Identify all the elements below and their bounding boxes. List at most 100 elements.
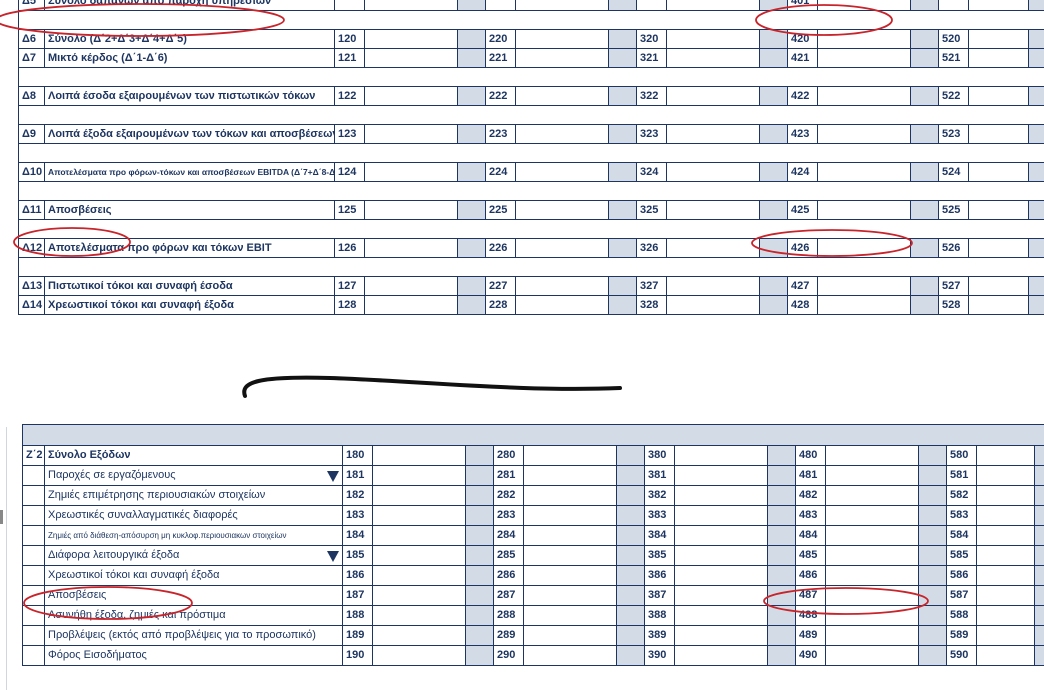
field-gray-box[interactable] bbox=[608, 238, 637, 258]
field-gray-box[interactable] bbox=[608, 276, 637, 296]
field-value-input[interactable] bbox=[364, 0, 458, 11]
field-value-input[interactable] bbox=[515, 162, 609, 182]
field-value-input[interactable] bbox=[968, 48, 1029, 68]
field-gray-box[interactable] bbox=[759, 124, 788, 144]
field-gray-box[interactable] bbox=[1033, 565, 1044, 586]
field-gray-box[interactable] bbox=[759, 29, 788, 49]
field-value-input[interactable] bbox=[364, 29, 458, 49]
field-value-input[interactable] bbox=[515, 86, 609, 106]
field-value-input[interactable] bbox=[976, 485, 1035, 506]
field-gray-box[interactable] bbox=[1033, 505, 1044, 526]
field-gray-box[interactable] bbox=[767, 645, 796, 666]
field-gray-box[interactable] bbox=[767, 625, 796, 646]
field-gray-box[interactable] bbox=[1033, 545, 1044, 566]
field-gray-box[interactable] bbox=[910, 29, 939, 49]
field-gray-box[interactable] bbox=[608, 124, 637, 144]
field-value-input[interactable] bbox=[825, 585, 919, 606]
field-value-input[interactable] bbox=[372, 445, 466, 466]
field-value-input[interactable] bbox=[825, 445, 919, 466]
dropdown-triangle-icon[interactable] bbox=[327, 471, 339, 482]
field-value-input[interactable] bbox=[364, 238, 458, 258]
field-value-input[interactable] bbox=[523, 645, 617, 666]
field-value-input[interactable] bbox=[674, 545, 768, 566]
field-gray-box[interactable] bbox=[608, 0, 637, 11]
field-value-input[interactable] bbox=[372, 525, 466, 546]
field-value-input[interactable] bbox=[666, 276, 760, 296]
field-gray-box[interactable] bbox=[616, 485, 645, 506]
field-gray-box[interactable] bbox=[457, 0, 486, 11]
field-value-input[interactable] bbox=[674, 585, 768, 606]
field-gray-box[interactable] bbox=[1028, 295, 1044, 315]
field-value-input[interactable] bbox=[666, 86, 760, 106]
field-value-input[interactable] bbox=[523, 585, 617, 606]
field-gray-box[interactable] bbox=[1028, 86, 1044, 106]
field-gray-box[interactable] bbox=[608, 86, 637, 106]
field-gray-box[interactable] bbox=[910, 200, 939, 220]
field-gray-box[interactable] bbox=[457, 162, 486, 182]
field-value-input[interactable] bbox=[364, 86, 458, 106]
field-value-input[interactable] bbox=[523, 565, 617, 586]
field-gray-box[interactable] bbox=[465, 605, 494, 626]
field-gray-box[interactable] bbox=[1033, 645, 1044, 666]
field-gray-box[interactable] bbox=[759, 48, 788, 68]
field-value-input[interactable] bbox=[976, 605, 1035, 626]
field-value-input[interactable] bbox=[666, 238, 760, 258]
field-gray-box[interactable] bbox=[910, 124, 939, 144]
field-gray-box[interactable] bbox=[759, 162, 788, 182]
field-value-input[interactable] bbox=[372, 625, 466, 646]
field-value-input[interactable] bbox=[674, 465, 768, 486]
field-gray-box[interactable] bbox=[1033, 485, 1044, 506]
field-value-input[interactable] bbox=[976, 545, 1035, 566]
field-gray-box[interactable] bbox=[767, 445, 796, 466]
field-gray-box[interactable] bbox=[767, 465, 796, 486]
field-value-input[interactable] bbox=[364, 48, 458, 68]
field-value-input[interactable] bbox=[372, 645, 466, 666]
field-value-input[interactable] bbox=[817, 238, 911, 258]
field-value-input[interactable] bbox=[817, 162, 911, 182]
field-gray-box[interactable] bbox=[465, 545, 494, 566]
field-gray-box[interactable] bbox=[616, 585, 645, 606]
field-value-input[interactable] bbox=[817, 200, 911, 220]
field-gray-box[interactable] bbox=[457, 48, 486, 68]
field-value-input[interactable] bbox=[976, 645, 1035, 666]
field-gray-box[interactable] bbox=[465, 525, 494, 546]
field-value-input[interactable] bbox=[515, 200, 609, 220]
field-gray-box[interactable] bbox=[918, 645, 947, 666]
field-gray-box[interactable] bbox=[1028, 124, 1044, 144]
field-value-input[interactable] bbox=[666, 295, 760, 315]
field-value-input[interactable] bbox=[674, 625, 768, 646]
field-value-input[interactable] bbox=[666, 0, 760, 11]
field-gray-box[interactable] bbox=[1028, 200, 1044, 220]
field-gray-box[interactable] bbox=[608, 200, 637, 220]
field-value-input[interactable] bbox=[968, 200, 1029, 220]
field-gray-box[interactable] bbox=[759, 0, 788, 11]
field-value-input[interactable] bbox=[976, 465, 1035, 486]
field-gray-box[interactable] bbox=[457, 238, 486, 258]
field-value-input[interactable] bbox=[817, 276, 911, 296]
field-value-input[interactable] bbox=[364, 276, 458, 296]
field-gray-box[interactable] bbox=[767, 525, 796, 546]
field-value-input[interactable] bbox=[976, 525, 1035, 546]
field-value-input[interactable] bbox=[523, 465, 617, 486]
field-value-input[interactable] bbox=[372, 505, 466, 526]
field-gray-box[interactable] bbox=[616, 605, 645, 626]
field-value-input[interactable] bbox=[968, 276, 1029, 296]
field-value-input[interactable] bbox=[523, 605, 617, 626]
field-gray-box[interactable] bbox=[1028, 0, 1044, 11]
field-value-input[interactable] bbox=[372, 465, 466, 486]
field-value-input[interactable] bbox=[968, 0, 1029, 11]
field-value-input[interactable] bbox=[674, 605, 768, 626]
field-gray-box[interactable] bbox=[616, 625, 645, 646]
field-gray-box[interactable] bbox=[1033, 605, 1044, 626]
field-gray-box[interactable] bbox=[767, 565, 796, 586]
field-value-input[interactable] bbox=[515, 276, 609, 296]
field-value-input[interactable] bbox=[515, 48, 609, 68]
field-value-input[interactable] bbox=[825, 465, 919, 486]
field-gray-box[interactable] bbox=[918, 525, 947, 546]
field-gray-box[interactable] bbox=[910, 0, 939, 11]
field-value-input[interactable] bbox=[372, 565, 466, 586]
field-gray-box[interactable] bbox=[759, 86, 788, 106]
field-gray-box[interactable] bbox=[608, 29, 637, 49]
field-value-input[interactable] bbox=[825, 605, 919, 626]
field-value-input[interactable] bbox=[817, 0, 911, 11]
